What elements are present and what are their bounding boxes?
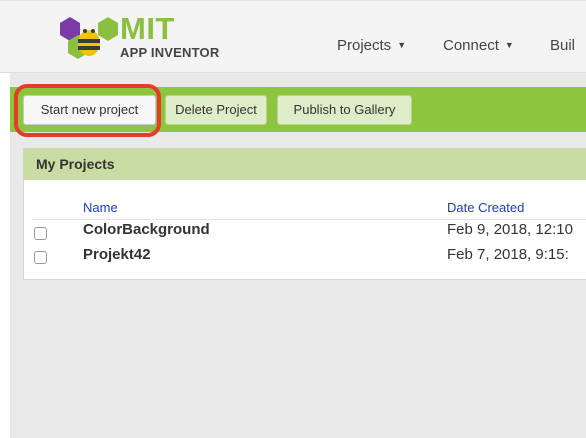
logo-title: MIT — [120, 11, 175, 46]
panel-title: My Projects — [36, 156, 115, 172]
nav-connect[interactable]: Connect ▼ — [443, 37, 514, 54]
chevron-down-icon: ▼ — [504, 40, 514, 50]
app-header: MIT APP INVENTOR Projects ▼ Connect ▼ Buil — [0, 0, 586, 73]
nav-build[interactable]: Buil — [550, 37, 575, 54]
highlight-annotation — [14, 84, 161, 137]
project-date: Feb 7, 2018, 9:15: — [447, 246, 569, 263]
nav-build-label: Buil — [550, 37, 576, 54]
nav-connect-label: Connect — [443, 37, 499, 54]
chevron-down-icon: ▼ — [397, 40, 407, 50]
column-header-date-created[interactable]: Date Created — [447, 200, 524, 215]
nav-projects-label: Projects — [337, 37, 392, 54]
nav-projects[interactable]: Projects ▼ — [337, 37, 406, 54]
row-checkbox[interactable] — [34, 251, 47, 264]
project-name[interactable]: Projekt42 — [83, 246, 151, 263]
column-header-name[interactable]: Name — [83, 200, 118, 215]
project-date: Feb 9, 2018, 12:10 — [447, 221, 573, 238]
app-logo[interactable]: MIT APP INVENTOR — [58, 11, 228, 65]
header-divider — [32, 219, 586, 220]
project-name[interactable]: ColorBackground — [83, 221, 210, 238]
logo-subtitle: APP INVENTOR — [120, 45, 220, 60]
bee-logo-icon — [60, 17, 118, 59]
delete-project-button[interactable]: Delete Project — [165, 95, 267, 125]
row-checkbox[interactable] — [34, 227, 47, 240]
publish-to-gallery-button[interactable]: Publish to Gallery — [277, 95, 412, 125]
